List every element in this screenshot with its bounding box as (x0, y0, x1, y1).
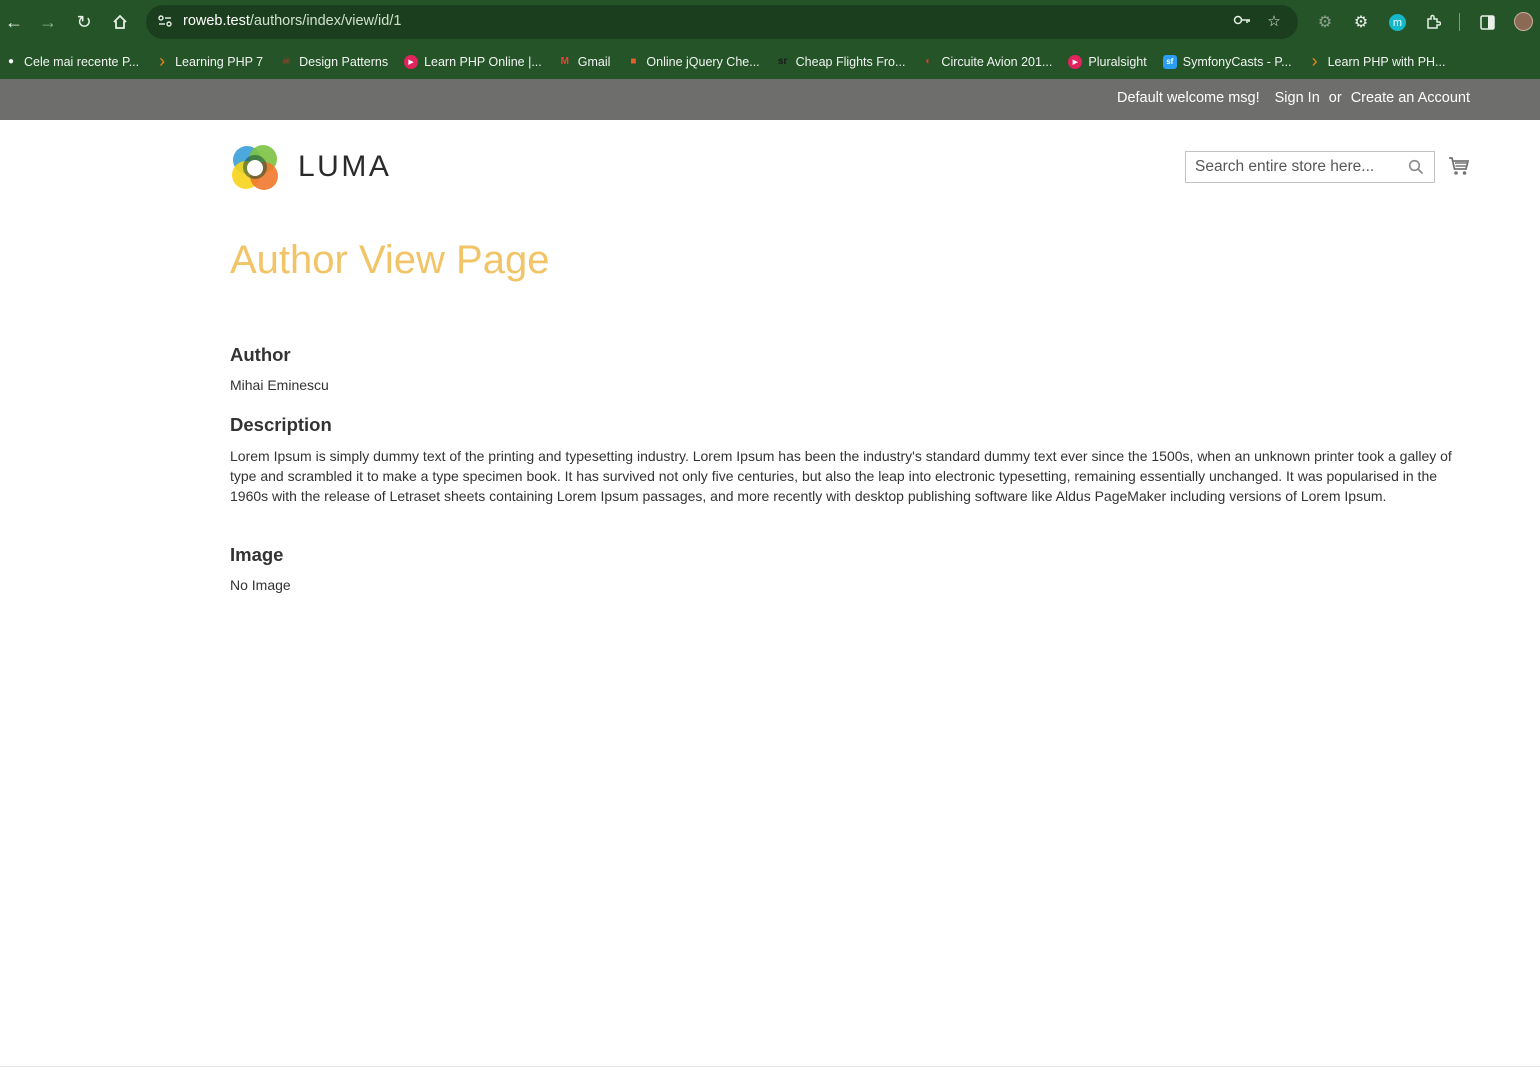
back-icon[interactable]: ← (2, 10, 26, 34)
description-heading: Description (230, 414, 332, 435)
browser-toolbar: ← → ↻ roweb.test/authors/index/view/id/1… (0, 0, 1540, 44)
bookmark-label: Pluralsight (1088, 54, 1147, 69)
chevron-orange-icon: › (1311, 51, 1318, 71)
address-bar[interactable]: roweb.test/authors/index/view/id/1 ☆ (146, 5, 1298, 39)
author-heading: Author (230, 344, 291, 365)
bookmark-item[interactable]: › Learn PHP with PH... (1308, 49, 1446, 75)
forward-icon[interactable]: → (36, 10, 60, 34)
image-heading: Image (230, 544, 284, 565)
bookmark-label: Gmail (577, 54, 611, 69)
toolbar-divider (1459, 13, 1460, 31)
bookmark-label: Learn PHP with PH... (1327, 54, 1446, 69)
play-circle-icon: ▶ (1068, 54, 1083, 69)
home-icon[interactable] (108, 10, 132, 34)
sr-logo-icon: sr (777, 56, 788, 67)
extensions-puzzle-icon[interactable] (1423, 12, 1443, 32)
gmail-icon: M (560, 56, 569, 67)
swirl-icon: ◐ (925, 56, 932, 67)
bookmark-item[interactable]: sf SymfonyCasts - P... (1162, 49, 1292, 75)
search-input[interactable] (1186, 152, 1401, 182)
extension-gear-dim-icon[interactable]: ⚙ (1315, 12, 1335, 32)
chat-bubble-icon: ● (7, 56, 15, 67)
header-links: Default welcome msg! Sign In or Create a… (1107, 90, 1470, 106)
bookmark-item[interactable]: ● Cele mai recente P... (4, 49, 139, 75)
symfony-icon: sf (1162, 54, 1177, 69)
search-box (1185, 151, 1435, 183)
bookmark-label: Cheap Flights Fro... (795, 54, 906, 69)
extension-gear-icon[interactable]: ⚙ (1351, 12, 1371, 32)
bookmark-item[interactable]: ☠ Design Patterns (279, 49, 388, 75)
url-text[interactable]: roweb.test/authors/index/view/id/1 (183, 13, 401, 29)
chevron-orange-icon: › (159, 51, 166, 71)
bookmark-item[interactable]: ▶ Pluralsight (1068, 49, 1147, 75)
page-bottom-border (0, 1066, 1540, 1067)
site-settings-icon[interactable] (156, 13, 174, 31)
bookmark-label: SymfonyCasts - P... (1182, 54, 1292, 69)
description-value: Lorem Ipsum is simply dummy text of the … (230, 448, 1452, 504)
or-separator: or (1328, 90, 1342, 106)
side-panel-icon[interactable] (1477, 12, 1497, 32)
bookmark-star-icon[interactable]: ☆ (1264, 13, 1284, 31)
bookmark-item[interactable]: M Gmail (558, 49, 611, 75)
mascot-icon: ☠ (281, 56, 291, 67)
luma-logo-icon (232, 145, 278, 190)
bookmark-label: Learning PHP 7 (175, 54, 264, 69)
profile-avatar[interactable] (1514, 12, 1533, 31)
bookmark-label: Circuite Avion 201... (941, 54, 1053, 69)
header-panel: Default welcome msg! Sign In or Create a… (0, 79, 1540, 120)
search-icon[interactable] (1408, 159, 1424, 175)
author-value: Mihai Eminescu (230, 377, 329, 393)
logo-text: LUMA (298, 150, 392, 183)
password-key-icon[interactable] (1232, 13, 1252, 31)
welcome-message: Default welcome msg! (1116, 90, 1260, 106)
bookmark-label: Online jQuery Che... (646, 54, 760, 69)
reload-icon[interactable]: ↻ (72, 10, 96, 34)
create-account-link[interactable]: Create an Account (1351, 90, 1470, 106)
bookmark-label: Learn PHP Online |... (424, 54, 542, 69)
bookmark-item[interactable]: ■ Online jQuery Che... (626, 49, 759, 75)
bookmarks-bar: ● Cele mai recente P... › Learning PHP 7 ☠ De… (0, 44, 1540, 79)
play-circle-icon: ▶ (404, 54, 419, 69)
sign-in-link[interactable]: Sign In (1275, 90, 1320, 106)
gift-icon: ■ (630, 56, 637, 67)
bookmark-item[interactable]: sr Cheap Flights Fro... (776, 49, 906, 75)
cart-icon[interactable] (1448, 155, 1470, 177)
url-path: /authors/index/view/id/1 (249, 13, 402, 29)
bookmark-item[interactable]: › Learning PHP 7 (155, 49, 263, 75)
image-value: No Image (230, 577, 291, 593)
bookmark-item[interactable]: ◐ Circuite Avion 201... (921, 49, 1052, 75)
url-host: roweb.test (183, 13, 250, 29)
bookmark-label: Cele mai recente P... (24, 54, 140, 69)
bookmark-label: Design Patterns (299, 54, 389, 69)
extension-m-icon[interactable]: m (1389, 14, 1406, 31)
store-logo[interactable]: LUMA (230, 142, 391, 192)
bookmark-item[interactable]: ▶ Learn PHP Online |... (404, 49, 542, 75)
page-title: Author View Page (230, 238, 550, 282)
